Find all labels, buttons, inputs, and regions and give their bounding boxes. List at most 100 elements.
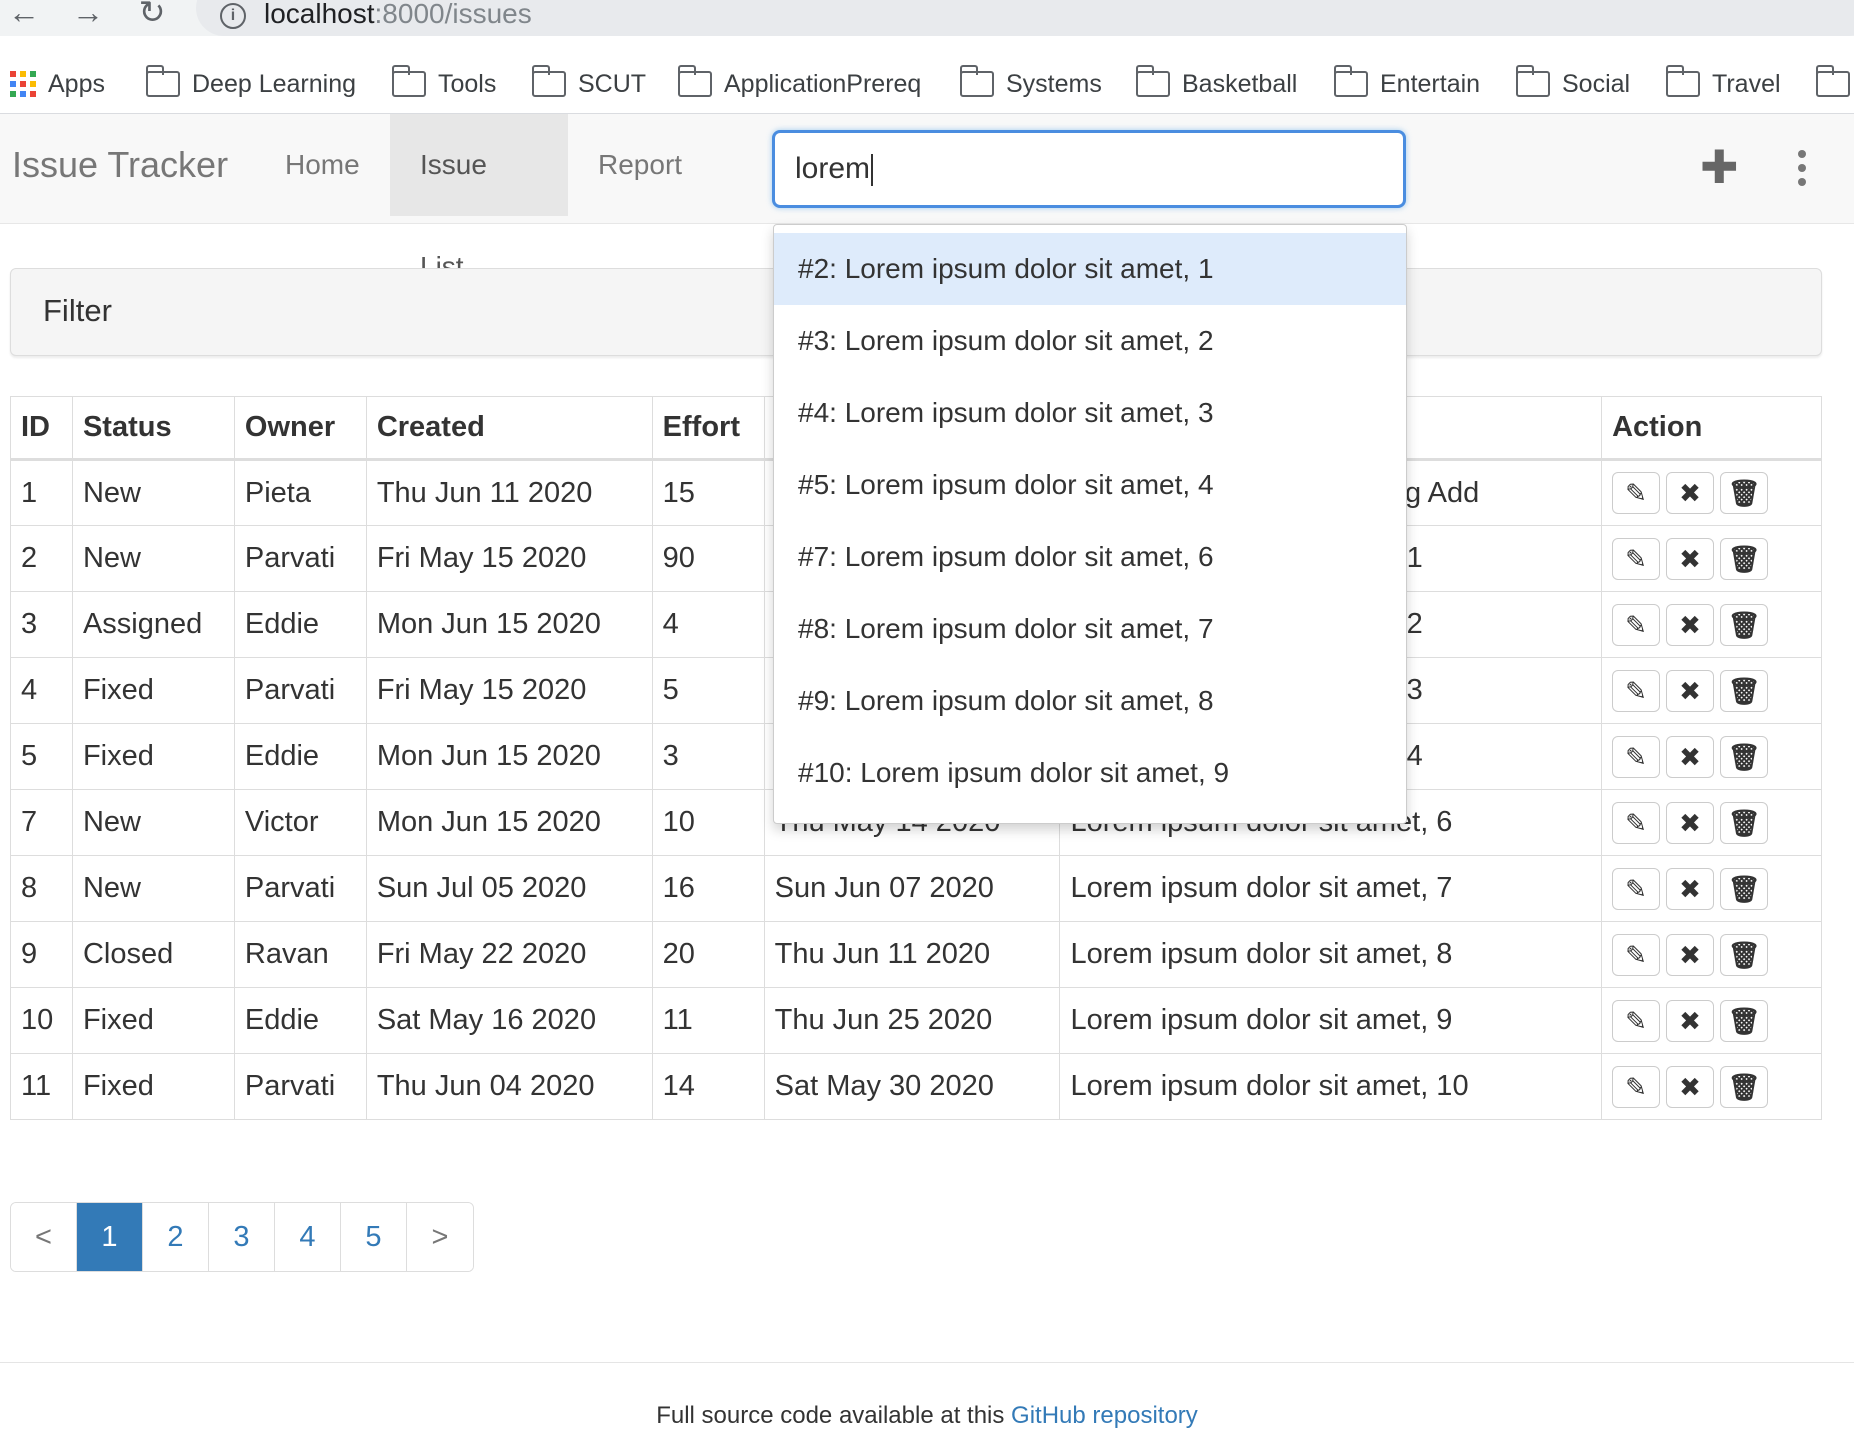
app-navbar: Issue Tracker Home Issue List Report lor… xyxy=(0,114,1854,282)
cell-effort: 20 xyxy=(651,921,765,988)
close-button[interactable]: ✖ xyxy=(1666,537,1715,580)
bookmark-folder[interactable]: Entertain xyxy=(1333,64,1480,104)
url-text[interactable]: localhost:8000/issues xyxy=(264,0,532,30)
trash-icon: 🗑 xyxy=(1727,939,1761,970)
cell-owner: Parvati xyxy=(233,855,367,922)
trash-button[interactable]: 🗑 xyxy=(1720,603,1769,646)
close-button[interactable]: ✖ xyxy=(1666,999,1715,1042)
bookmark-apps[interactable]: Apps xyxy=(10,64,105,104)
suggestion-item[interactable]: #2: Lorem ipsum dolor sit amet, 1 xyxy=(774,233,1406,305)
page-3[interactable]: 3 xyxy=(209,1203,275,1271)
suggestion-item[interactable]: #4: Lorem ipsum dolor sit amet, 3 xyxy=(774,377,1406,449)
nav-report[interactable]: Report xyxy=(568,114,712,216)
page-2[interactable]: 2 xyxy=(143,1203,209,1271)
bookmark-folder[interactable]: SCUT xyxy=(531,64,646,104)
edit-button[interactable]: ✎ xyxy=(1612,669,1661,712)
close-button[interactable]: ✖ xyxy=(1666,1065,1715,1108)
trash-button[interactable]: 🗑 xyxy=(1720,999,1769,1042)
close-button[interactable]: ✖ xyxy=(1666,603,1715,646)
page-5[interactable]: 5 xyxy=(341,1203,407,1271)
cell-status: Fixed xyxy=(71,723,235,790)
page-1[interactable]: 1 xyxy=(77,1203,143,1271)
add-issue-plus-icon[interactable]: ✚ xyxy=(1700,140,1739,194)
page-next[interactable]: > xyxy=(407,1203,473,1271)
cell-actions: ✎ ✖ 🗑 xyxy=(1601,459,1822,526)
bookmark-folder[interactable]: ApplicationPrereq xyxy=(677,64,921,104)
trash-button[interactable]: 🗑 xyxy=(1720,472,1769,514)
trash-button[interactable]: 🗑 xyxy=(1720,537,1769,580)
suggestion-item[interactable]: #8: Lorem ipsum dolor sit amet, 7 xyxy=(774,593,1406,665)
edit-icon: ✎ xyxy=(1625,807,1647,838)
reload-icon[interactable]: ↻ xyxy=(132,0,172,30)
info-icon[interactable]: i xyxy=(220,3,246,29)
trash-icon: 🗑 xyxy=(1727,675,1761,706)
header-created: Created xyxy=(365,396,653,461)
bookmark-folder[interactable]: Social xyxy=(1515,64,1630,104)
search-input[interactable]: lorem xyxy=(772,130,1406,208)
edit-button[interactable]: ✎ xyxy=(1612,735,1661,778)
close-icon: ✖ xyxy=(1679,478,1701,508)
close-button[interactable]: ✖ xyxy=(1666,669,1715,712)
edit-button[interactable]: ✎ xyxy=(1612,867,1661,910)
close-button[interactable]: ✖ xyxy=(1666,933,1715,976)
close-button[interactable]: ✖ xyxy=(1666,735,1715,778)
bookmark-folder-overflow[interactable] xyxy=(1815,64,1850,104)
bookmark-folder[interactable]: Systems xyxy=(959,64,1102,104)
edit-button[interactable]: ✎ xyxy=(1612,933,1661,976)
cell-due: Thu Jun 25 2020 xyxy=(763,987,1061,1054)
nav-issue-list[interactable]: Issue List xyxy=(390,114,568,282)
bookmark-folder[interactable]: Tools xyxy=(391,64,496,104)
edit-icon: ✎ xyxy=(1625,543,1647,574)
edit-button[interactable]: ✎ xyxy=(1612,603,1661,646)
github-link[interactable]: GitHub repository xyxy=(1011,1402,1198,1429)
trash-button[interactable]: 🗑 xyxy=(1720,1065,1769,1108)
suggestion-item[interactable]: #7: Lorem ipsum dolor sit amet, 6 xyxy=(774,521,1406,593)
nav-home[interactable]: Home xyxy=(255,114,390,216)
header-action: Action xyxy=(1601,396,1822,461)
close-button[interactable]: ✖ xyxy=(1666,472,1715,514)
edit-button[interactable]: ✎ xyxy=(1612,999,1661,1042)
edit-button[interactable]: ✎ xyxy=(1612,537,1661,580)
edit-icon: ✎ xyxy=(1625,675,1647,706)
table-row: 10 Fixed Eddie Sat May 16 2020 11 Thu Jun 25 … xyxy=(10,987,1822,1054)
folder-icon xyxy=(531,65,566,97)
trash-button[interactable]: 🗑 xyxy=(1720,735,1769,778)
bookmark-label: Apps xyxy=(48,69,105,98)
cell-owner: Eddie xyxy=(233,591,367,658)
suggestion-item[interactable]: #9: Lorem ipsum dolor sit amet, 8 xyxy=(774,665,1406,737)
trash-icon: 🗑 xyxy=(1727,1071,1761,1102)
forward-arrow-icon[interactable]: → xyxy=(68,0,108,30)
trash-button[interactable]: 🗑 xyxy=(1720,867,1769,910)
cell-id: 10 xyxy=(10,987,73,1054)
folder-icon xyxy=(1815,65,1850,97)
cell-owner: Parvati xyxy=(233,525,367,592)
brand-title[interactable]: Issue Tracker xyxy=(12,144,228,186)
edit-button[interactable]: ✎ xyxy=(1612,801,1661,844)
trash-button[interactable]: 🗑 xyxy=(1720,801,1769,844)
cell-effort: 4 xyxy=(651,591,765,658)
cell-id: 7 xyxy=(10,789,73,856)
suggestion-item[interactable]: #10: Lorem ipsum dolor sit amet, 9 xyxy=(774,737,1406,809)
suggestion-item[interactable]: #5: Lorem ipsum dolor sit amet, 4 xyxy=(774,449,1406,521)
cell-actions: ✎ ✖ 🗑 xyxy=(1601,525,1822,592)
cell-created: Thu Jun 04 2020 xyxy=(365,1053,653,1120)
close-button[interactable]: ✖ xyxy=(1666,801,1715,844)
bookmark-folder[interactable]: Basketball xyxy=(1135,64,1297,104)
close-button[interactable]: ✖ xyxy=(1666,867,1715,910)
suggestion-item[interactable]: #3: Lorem ipsum dolor sit amet, 2 xyxy=(774,305,1406,377)
back-arrow-icon[interactable]: ← xyxy=(4,0,44,30)
page-4[interactable]: 4 xyxy=(275,1203,341,1271)
more-menu-icon[interactable] xyxy=(1798,150,1806,186)
trash-button[interactable]: 🗑 xyxy=(1720,669,1769,712)
page-prev[interactable]: < xyxy=(11,1203,77,1271)
edit-button[interactable]: ✎ xyxy=(1612,1065,1661,1108)
filter-title[interactable]: Filter xyxy=(43,293,112,329)
cell-actions: ✎ ✖ 🗑 xyxy=(1601,789,1822,856)
bookmark-folder[interactable]: Travel xyxy=(1665,64,1781,104)
cell-actions: ✎ ✖ 🗑 xyxy=(1601,591,1822,658)
cell-effort: 14 xyxy=(651,1053,765,1120)
edit-button[interactable]: ✎ xyxy=(1612,472,1661,514)
bookmark-folder[interactable]: Deep Learning xyxy=(145,64,356,104)
trash-button[interactable]: 🗑 xyxy=(1720,933,1769,976)
folder-icon xyxy=(677,65,712,97)
